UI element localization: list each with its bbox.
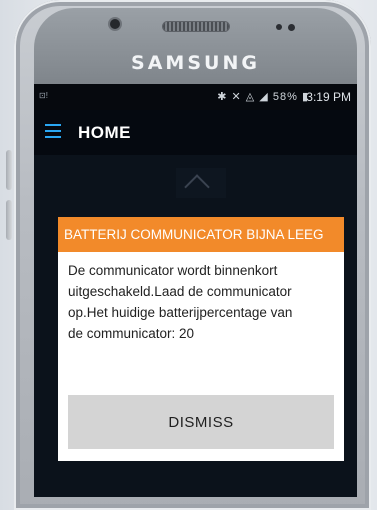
app-bar: HOME [34, 110, 357, 155]
front-camera-icon [110, 19, 120, 29]
dialog-title: BATTERIJ COMMUNICATOR BIJNA LEEG [58, 217, 344, 252]
brand-logo: SAMSUNG [131, 52, 260, 74]
phone-screen: ⊡! ✱ ✕ ◬ ◢ 58% ▮ 3:19 PM HOME BATTERIJ C… [34, 84, 357, 497]
phone-top-bezel: SAMSUNG [34, 8, 357, 84]
notification-icon: ⊡! [39, 91, 48, 100]
volume-button-lower[interactable] [6, 200, 12, 240]
dismiss-button[interactable]: DISMISS [68, 395, 334, 449]
connectivity-icons: ✱ ✕ ◬ ◢ [217, 91, 269, 103]
hamburger-menu-icon[interactable] [45, 124, 61, 138]
status-icons: ✱ ✕ ◬ ◢ 58% ▮ [217, 90, 309, 103]
alert-dialog: BATTERIJ COMMUNICATOR BIJNA LEEG De comm… [58, 217, 344, 461]
sensor-icon [288, 24, 295, 31]
earpiece-speaker [163, 22, 229, 31]
phone-frame: SAMSUNG ⊡! ✱ ✕ ◬ ◢ 58% ▮ 3:19 PM HOME BA… [14, 0, 371, 510]
sensor-icon [276, 24, 282, 30]
volume-button[interactable] [6, 150, 12, 190]
clock: 3:19 PM [306, 90, 351, 104]
dialog-message: De communicator wordt binnenkort uitgesc… [68, 263, 293, 341]
status-bar: ⊡! ✱ ✕ ◬ ◢ 58% ▮ 3:19 PM [34, 84, 357, 110]
battery-percentage: 58% [272, 91, 298, 103]
page-title: HOME [78, 123, 131, 142]
